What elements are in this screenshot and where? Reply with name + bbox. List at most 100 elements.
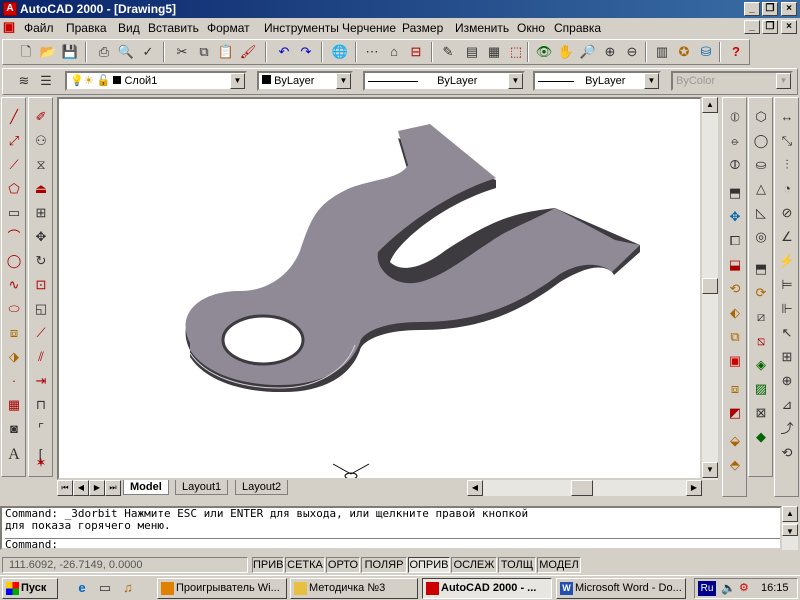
lineweight-combo[interactable]: ByLayer ▼ <box>533 71 661 91</box>
model-toggle[interactable]: МОДЕЛ <box>537 557 581 573</box>
menu-dimension[interactable]: Размер <box>402 21 443 35</box>
vertical-scrollbar[interactable]: ▲ ▼ <box>702 97 718 480</box>
command-prompt[interactable]: Command: <box>5 538 780 551</box>
extrude-icon[interactable]: ⬒ <box>750 258 772 280</box>
slice-icon[interactable]: ⧄ <box>750 306 772 328</box>
arc-icon[interactable]: ⌒ <box>3 226 25 248</box>
taper-faces-icon[interactable]: ⬖ <box>724 302 746 324</box>
redo-icon[interactable]: ↷ <box>295 41 317 63</box>
angular-dimension-icon[interactable]: ∠ <box>776 226 798 248</box>
spell-check-icon[interactable]: ✓ <box>137 41 159 63</box>
start-button[interactable]: Пуск <box>2 578 58 599</box>
doc-minimize-button[interactable]: _ <box>744 20 760 34</box>
color-faces-icon[interactable]: ▣ <box>724 350 746 372</box>
scroll-right-icon[interactable]: ▶ <box>686 480 702 496</box>
ordinate-dimension-icon[interactable]: ⫶ <box>776 154 798 176</box>
taskbar-item-media-player[interactable]: Проигрыватель Wi... <box>157 578 287 599</box>
aerial-view-icon[interactable]: ▤ <box>461 41 483 63</box>
design-center-icon[interactable]: ✪ <box>673 41 695 63</box>
region-icon[interactable]: ◙ <box>3 418 25 440</box>
rotate-faces-icon[interactable]: ⟲ <box>724 278 746 300</box>
array-icon[interactable]: ⊞ <box>30 202 52 224</box>
internet-explorer-icon[interactable]: e <box>72 578 92 598</box>
menu-window[interactable]: Окно <box>517 21 545 35</box>
undo-icon[interactable]: ↶ <box>273 41 295 63</box>
trim-icon[interactable]: ⫽ <box>30 346 52 368</box>
scroll-thumb[interactable] <box>702 278 718 294</box>
diameter-dimension-icon[interactable]: ⊘ <box>776 202 798 224</box>
copy-icon[interactable]: ⧉ <box>193 41 215 63</box>
print-icon[interactable]: ⎙ <box>93 41 115 63</box>
paste-icon[interactable]: 📋 <box>215 41 237 63</box>
union-icon[interactable]: ⦶ <box>724 106 746 128</box>
3d-views-icon[interactable]: ⬚ <box>505 41 527 63</box>
explode-icon[interactable]: ✶ <box>30 452 52 474</box>
zoom-realtime-icon[interactable]: 🔎 <box>577 41 599 63</box>
section-icon[interactable]: ⧅ <box>750 330 772 352</box>
zoom-window-icon[interactable]: ⊕ <box>599 41 621 63</box>
delete-faces-icon[interactable]: ⬓ <box>724 254 746 276</box>
properties-icon[interactable]: ▥ <box>651 41 673 63</box>
tab-model[interactable]: Model <box>123 480 169 495</box>
linetype-combo[interactable]: ByLayer ▼ <box>363 71 525 91</box>
menu-help[interactable]: Справка <box>554 21 601 35</box>
make-layer-current-icon[interactable]: ≋ <box>13 70 35 92</box>
insert-block-icon[interactable]: ⧈ <box>3 322 25 344</box>
baseline-dimension-icon[interactable]: ⊨ <box>776 274 798 296</box>
horizontal-scrollbar[interactable]: ◀ ▶ <box>467 480 702 496</box>
copy-faces-icon[interactable]: ⧉ <box>724 326 746 348</box>
construction-line-icon[interactable]: ⤢ <box>3 130 25 152</box>
language-indicator[interactable]: Ru <box>698 581 716 596</box>
setup-profile-icon[interactable]: ◆ <box>750 426 772 448</box>
hatch-icon[interactable]: ▦ <box>3 394 25 416</box>
redraw-icon[interactable]: ✎ <box>437 41 459 63</box>
radius-dimension-icon[interactable]: ◔ <box>776 178 798 200</box>
menu-view[interactable]: Вид <box>118 21 140 35</box>
scroll-down-icon[interactable]: ▼ <box>782 524 798 536</box>
menu-insert[interactable]: Вставить <box>148 21 199 35</box>
desktop-icon[interactable]: ▭ <box>95 578 115 598</box>
chevron-down-icon[interactable]: ▼ <box>508 73 523 89</box>
ucs-icon[interactable]: ⌂ <box>383 41 405 63</box>
tab-layout1[interactable]: Layout1 <box>175 480 229 495</box>
ellipse-icon[interactable]: ⬭ <box>3 298 25 320</box>
zoom-previous-icon[interactable]: ⊖ <box>621 41 643 63</box>
layer-combo[interactable]: 💡☀ 🔓 Слой1 ▼ <box>65 71 247 91</box>
media-icon[interactable]: ♫ <box>118 578 138 598</box>
extend-icon[interactable]: ⇥ <box>30 370 52 392</box>
web-icon[interactable]: 🌐 <box>329 41 351 63</box>
rotate-icon[interactable]: ↻ <box>30 250 52 272</box>
menu-format[interactable]: Формат <box>207 21 250 35</box>
tab-layout2[interactable]: Layout2 <box>235 480 289 495</box>
osnap-toggle[interactable]: ОПРИВ <box>408 557 450 573</box>
scroll-up-icon[interactable]: ▲ <box>702 97 718 113</box>
3d-orbit-icon[interactable]: 👁 <box>533 41 555 63</box>
multiline-text-icon[interactable]: A <box>3 444 25 466</box>
otrack-toggle[interactable]: ОСЛЕЖ <box>451 557 497 573</box>
distance-icon[interactable]: ⊟ <box>405 41 427 63</box>
move-icon[interactable]: ✥ <box>30 226 52 248</box>
menu-tools[interactable]: Инструменты <box>264 21 339 35</box>
tab-next-icon[interactable]: ▶ <box>89 480 105 496</box>
polygon-icon[interactable]: ⬠ <box>3 178 25 200</box>
snap-toggle[interactable]: ПРИВ <box>252 557 284 573</box>
copy-object-icon[interactable]: ⚇ <box>30 130 52 152</box>
autocad-app-icon[interactable]: A <box>3 2 17 16</box>
erase-icon[interactable]: ✐ <box>30 106 52 128</box>
print-preview-icon[interactable]: 🔍 <box>115 41 137 63</box>
point-icon[interactable]: · <box>3 370 25 392</box>
clean-icon[interactable]: ⬘ <box>724 454 746 476</box>
continue-dimension-icon[interactable]: ⊩ <box>776 298 798 320</box>
offset-icon[interactable]: ⏏ <box>30 178 52 200</box>
copy-edges-icon[interactable]: ⧈ <box>724 378 746 400</box>
color-edges-icon[interactable]: ◩ <box>724 402 746 424</box>
open-icon[interactable]: 📂 <box>37 41 59 63</box>
grid-toggle[interactable]: СЕТКА <box>285 557 325 573</box>
ortho-toggle[interactable]: ОРТО <box>326 557 360 573</box>
setup-drawing-icon[interactable]: ▨ <box>750 378 772 400</box>
close-button[interactable]: × <box>781 2 797 16</box>
menu-modify[interactable]: Изменить <box>455 21 509 35</box>
taskbar-item-word[interactable]: W Microsoft Word - Do... <box>556 578 686 599</box>
doc-close-button[interactable]: × <box>781 20 797 34</box>
quick-dimension-icon[interactable]: ⚡ <box>776 250 798 272</box>
